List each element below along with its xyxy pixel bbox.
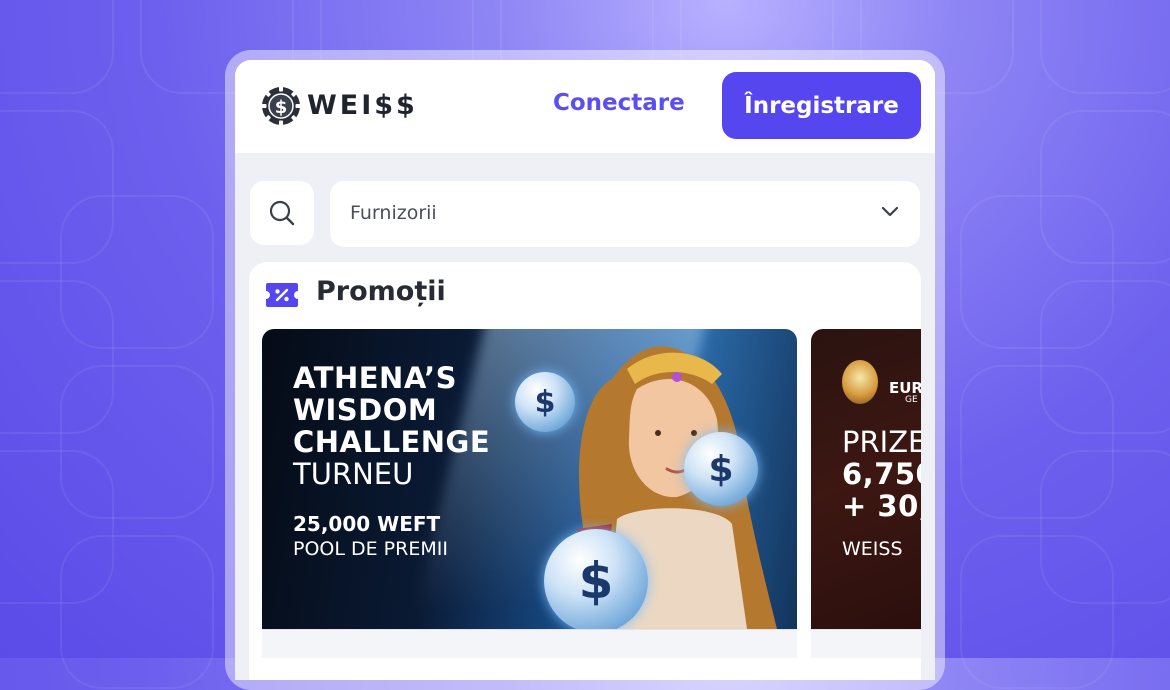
promo-amount-line: + 30,: [842, 489, 921, 523]
promo-card[interactable]: EUR GE PRIZE 6,750 + 30, WEISS: [811, 329, 921, 629]
promo-title-line: ATHENA’S: [293, 361, 458, 395]
promo-title-line: PRIZE: [842, 425, 921, 459]
promo-caption: POOL DE PREMII: [293, 538, 448, 560]
coin-icon: $: [515, 372, 575, 432]
register-button[interactable]: Înregistrare: [722, 72, 921, 139]
promotions-section: Promoții $ $ $ ATHENA’S WISDOM CHALLENGE…: [249, 262, 921, 680]
badge-line: GE: [905, 395, 918, 405]
euro-trophy-badge: [842, 360, 878, 404]
promo-caption: WEISS: [842, 538, 903, 560]
app-screen: $ WEI$$ Conectare Înregistrare Furnizori…: [235, 60, 935, 680]
top-header: $ WEI$$ Conectare Înregistrare: [235, 60, 935, 153]
coin-icon: $: [544, 529, 648, 629]
promo-card-footer: [811, 629, 921, 658]
promo-title-line: CHALLENGE: [293, 425, 491, 459]
brand-name: WEI$$: [307, 90, 418, 121]
search-icon: [269, 200, 295, 226]
logo-icon[interactable]: $: [261, 86, 301, 126]
providers-dropdown[interactable]: Furnizorii: [330, 181, 920, 247]
promo-card-footer: [262, 620, 797, 658]
chevron-down-icon: [881, 206, 899, 217]
providers-label: Furnizorii: [350, 202, 437, 224]
promo-card[interactable]: $ $ $ ATHENA’S WISDOM CHALLENGE TURNEU 2…: [262, 329, 797, 629]
promo-title-line: WISDOM: [293, 393, 438, 427]
discount-ticket-icon: [266, 283, 298, 307]
promo-subtitle: TURNEU: [293, 457, 414, 491]
promo-amount-line: 6,750: [842, 457, 921, 491]
svg-text:$: $: [275, 97, 288, 118]
search-button[interactable]: [250, 181, 314, 245]
section-title: Promoții: [316, 276, 446, 307]
coin-icon: $: [684, 432, 758, 506]
login-link[interactable]: Conectare: [553, 90, 685, 116]
promo-amount: 25,000 WEFT: [293, 512, 441, 536]
